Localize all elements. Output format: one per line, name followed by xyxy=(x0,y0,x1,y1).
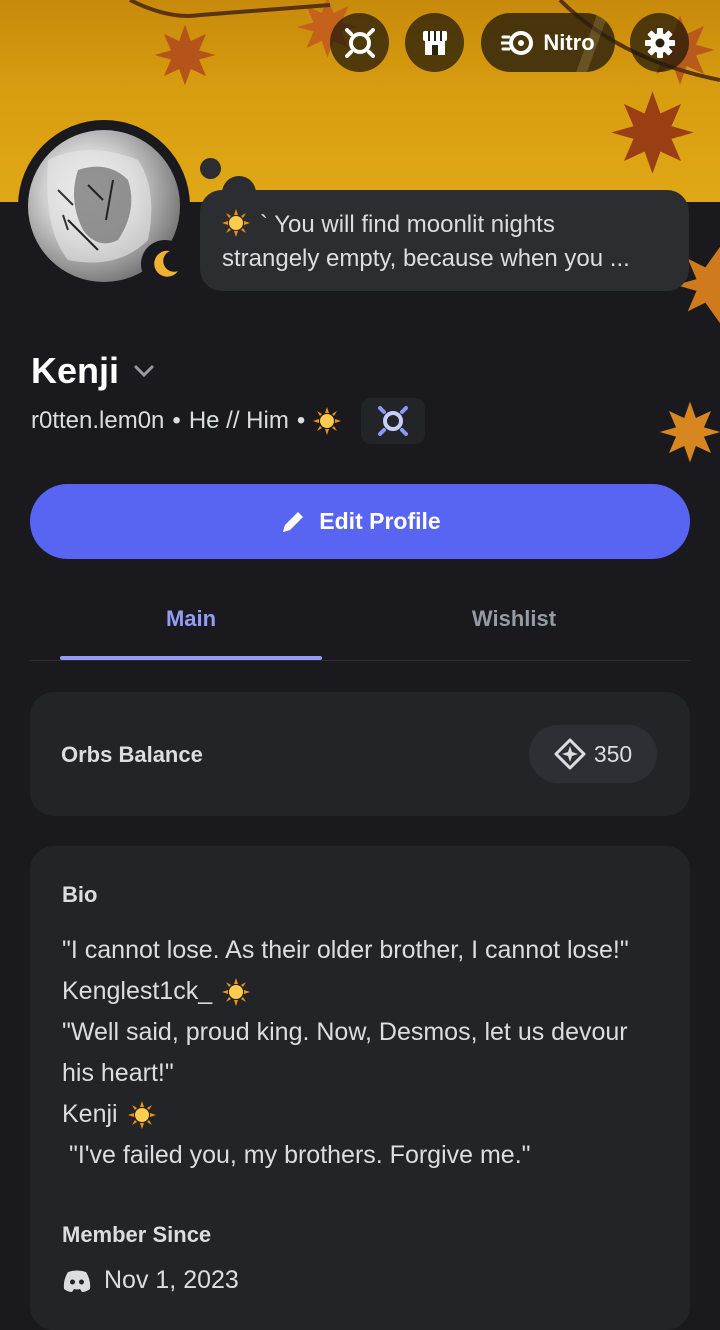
maple-leaf-icon xyxy=(659,401,720,463)
bio-line: Kenji xyxy=(62,1094,662,1135)
status-text-1: ` You will find moonlit nights xyxy=(260,211,555,238)
status-line-1: ` You will find moonlit nights xyxy=(222,208,667,242)
moon-icon xyxy=(154,250,178,277)
orbs-label: Orbs Balance xyxy=(61,742,203,767)
sun-emoji-icon xyxy=(222,977,251,1006)
member-since-date: Nov 1, 2023 xyxy=(104,1266,239,1294)
settings-button[interactable] xyxy=(630,13,689,72)
bio-line-text: "I've failed you, my brothers. Forgive m… xyxy=(62,1141,531,1169)
gear-icon xyxy=(644,27,675,58)
sun-emoji-icon xyxy=(222,209,250,237)
orbs-card[interactable]: Orbs Balance 350 xyxy=(30,692,690,816)
edit-profile-button[interactable]: Edit Profile xyxy=(30,484,690,559)
tab-main[interactable]: Main xyxy=(60,606,322,632)
nitro-button[interactable]: Nitro xyxy=(481,13,615,72)
member-since-title: Member Since xyxy=(62,1222,212,1247)
separator-dot: • xyxy=(172,407,181,434)
bio-line-text: his heart!" xyxy=(62,1059,174,1087)
tab-wishlist[interactable]: Wishlist xyxy=(354,606,674,632)
sun-emoji-icon xyxy=(127,1100,156,1129)
quest-badge[interactable] xyxy=(361,398,426,444)
bio-line-text: Kenglest1ck_ xyxy=(62,977,213,1005)
laurel-badge-icon xyxy=(378,406,409,436)
shop-icon xyxy=(422,30,447,55)
pencil-icon xyxy=(283,511,304,532)
laurel-icon xyxy=(344,27,375,58)
bio-line: "Well said, proud king. Now, Desmos, let… xyxy=(62,1012,662,1053)
member-since-row: Nov 1, 2023 xyxy=(62,1266,239,1295)
display-name: Kenji xyxy=(31,350,120,391)
separator-dot: • xyxy=(296,407,306,434)
orbs-value: 350 xyxy=(593,740,633,767)
username: r0tten.lem0n xyxy=(31,407,165,434)
discord-icon xyxy=(63,1270,91,1292)
chevron-down-icon xyxy=(134,365,154,378)
bio-line-text: "I cannot lose. As their older brother, … xyxy=(62,936,629,964)
sun-emoji-icon xyxy=(313,407,342,435)
pronouns: He // Him xyxy=(188,407,289,434)
bio-line: his heart!" xyxy=(62,1053,662,1094)
display-name-row[interactable]: Kenji xyxy=(31,350,155,392)
bio-line-text: Kenji xyxy=(62,1100,118,1128)
nitro-label: Nitro xyxy=(543,29,595,55)
bio-text: "I cannot lose. As their older brother, … xyxy=(62,930,662,1176)
tab-divider xyxy=(30,660,690,661)
quests-button[interactable] xyxy=(330,13,389,72)
bio-line: Kenglest1ck_ xyxy=(62,971,662,1012)
bio-card: Bio "I cannot lose. As their older broth… xyxy=(30,846,690,1330)
shop-button[interactable] xyxy=(405,13,464,72)
status-indicator xyxy=(141,240,189,288)
edit-profile-label: Edit Profile xyxy=(319,508,441,534)
status-text-2: strangely empty, because when you ... xyxy=(222,245,630,272)
bio-line: "I've failed you, my brothers. Forgive m… xyxy=(62,1135,662,1176)
user-info-line: r0tten.lem0n • He // Him • xyxy=(31,398,426,444)
bio-line-text: "Well said, proud king. Now, Desmos, let… xyxy=(62,1018,628,1046)
active-tab-indicator xyxy=(60,656,322,660)
bubble-dot xyxy=(200,158,221,179)
orbs-balance-pill[interactable]: 350 xyxy=(529,725,657,783)
nitro-icon xyxy=(501,30,534,55)
bio-line: "I cannot lose. As their older brother, … xyxy=(62,930,662,971)
orb-icon xyxy=(554,738,586,770)
bio-title: Bio xyxy=(62,882,98,907)
custom-status-bubble[interactable]: ` You will find moonlit nights strangely… xyxy=(200,190,689,291)
